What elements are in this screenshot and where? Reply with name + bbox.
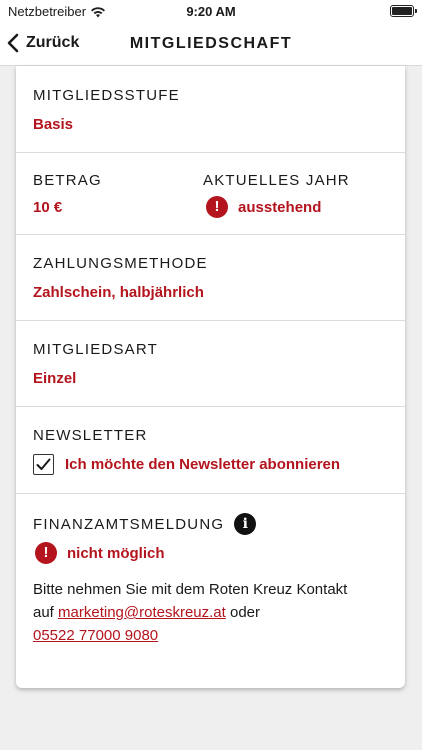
current-year-label: AKTUELLES JAHR xyxy=(203,172,350,189)
newsletter-checkbox[interactable] xyxy=(33,454,54,475)
newsletter-section: NEWSLETTER Ich möchte den Newsletter abo… xyxy=(16,407,405,494)
exclamation-circle-icon: ! xyxy=(35,542,57,564)
contact-text-line3: 05522 77000 9080 xyxy=(33,624,393,647)
battery-icon xyxy=(390,5,417,17)
membership-level-value: Basis xyxy=(33,116,74,133)
page-title: MITGLIEDSCHAFT xyxy=(129,35,293,52)
payment-method-value: Zahlschein, halbjährlich xyxy=(33,284,204,301)
contact-text-or: oder xyxy=(230,604,261,621)
current-year-value: ausstehend xyxy=(238,198,322,216)
membership-level-section: MITGLIEDSSTUFE Basis xyxy=(16,66,405,153)
tax-report-status-value: nicht möglich xyxy=(67,544,165,562)
membership-type-section: MITGLIEDSART Einzel xyxy=(16,321,405,407)
tax-report-status: ! nicht möglich xyxy=(35,542,165,564)
contact-text-line2: auf marketing@roteskreuz.at oder xyxy=(33,601,393,624)
newsletter-label: NEWSLETTER xyxy=(33,427,148,444)
membership-card: MITGLIEDSSTUFE Basis BETRAG 10 € AKTUELL… xyxy=(16,66,405,688)
tax-report-label: FINANZAMTSMELDUNG xyxy=(33,515,225,533)
current-year-status: ! ausstehend xyxy=(206,196,321,218)
amount-value: 10 € xyxy=(33,199,63,216)
navigation-bar: Zurück MITGLIEDSCHAFT xyxy=(0,24,422,66)
tax-report-contact-text: Bitte nehmen Sie mit dem Roten Kreuz Kon… xyxy=(33,578,393,647)
status-bar: Netzbetreiber 9:20 AM xyxy=(0,0,422,24)
tax-report-header: FINANZAMTSMELDUNG i xyxy=(33,513,257,535)
payment-method-label: ZAHLUNGSMETHODE xyxy=(33,255,208,272)
tax-report-section: FINANZAMTSMELDUNG i ! nicht möglich Bitt… xyxy=(16,494,405,688)
membership-type-label: MITGLIEDSART xyxy=(33,341,158,358)
phone-link[interactable]: 05522 77000 9080 xyxy=(33,627,158,644)
exclamation-circle-icon: ! xyxy=(206,196,228,218)
membership-type-value: Einzel xyxy=(33,370,77,387)
status-time: 9:20 AM xyxy=(186,4,236,19)
checkmark-icon xyxy=(36,458,51,470)
newsletter-option[interactable]: Ich möchte den Newsletter abonnieren xyxy=(33,454,340,475)
contact-text-prefix: auf xyxy=(33,604,54,621)
amount-label: BETRAG xyxy=(33,172,102,189)
email-link[interactable]: marketing@roteskreuz.at xyxy=(58,604,226,621)
membership-level-label: MITGLIEDSSTUFE xyxy=(33,87,180,104)
payment-method-section: ZAHLUNGSMETHODE Zahlschein, halbjährlich xyxy=(16,235,405,321)
info-circle-icon[interactable]: i xyxy=(234,513,257,535)
newsletter-checkbox-label[interactable]: Ich möchte den Newsletter abonnieren xyxy=(65,456,340,473)
contact-text-line1: Bitte nehmen Sie mit dem Roten Kreuz Kon… xyxy=(33,581,348,598)
amount-section: BETRAG 10 € AKTUELLES JAHR ! ausstehend xyxy=(16,153,405,235)
